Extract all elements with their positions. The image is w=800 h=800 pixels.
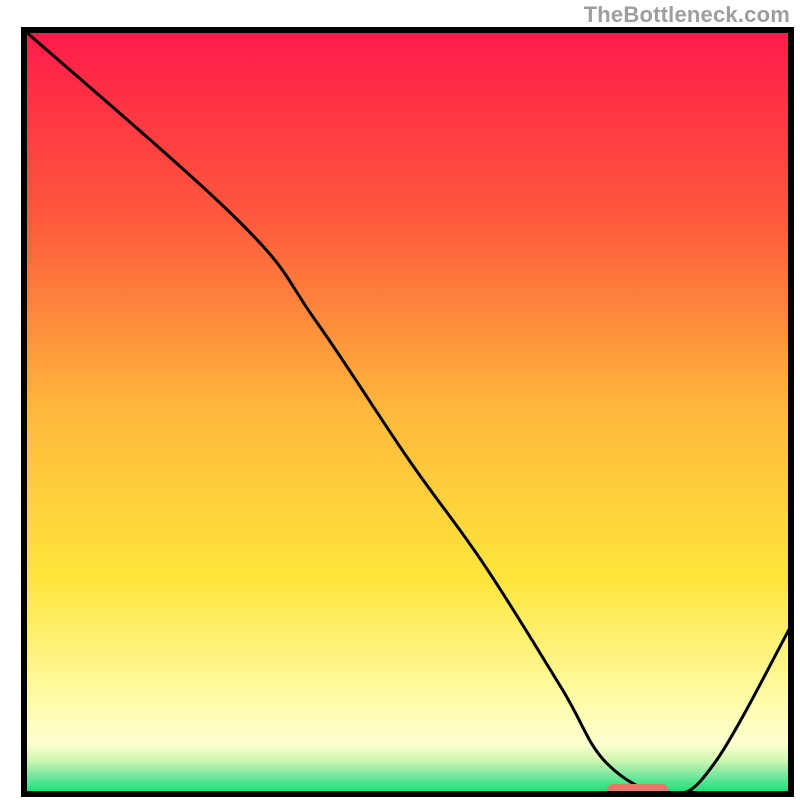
- bottleneck-chart: [0, 0, 800, 800]
- gradient-background: [24, 30, 791, 794]
